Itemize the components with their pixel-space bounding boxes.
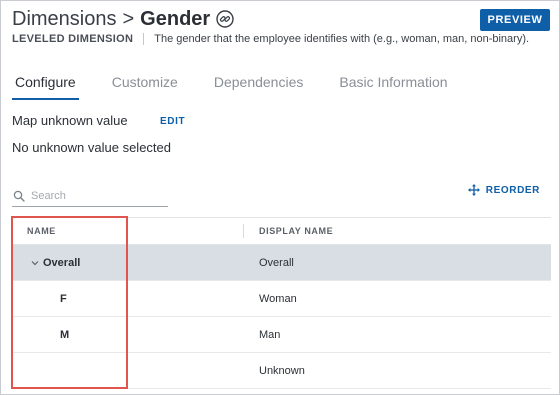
tab-basic-information[interactable]: Basic Information bbox=[336, 72, 450, 98]
move-icon bbox=[467, 184, 480, 196]
search-input[interactable] bbox=[31, 190, 161, 202]
search-icon bbox=[13, 190, 25, 202]
display-name-cell: Unknown bbox=[259, 364, 305, 377]
edit-button[interactable]: EDIT bbox=[160, 116, 185, 127]
preview-button[interactable]: PREVIEW bbox=[480, 9, 550, 31]
unknown-value-status: No unknown value selected bbox=[12, 140, 171, 155]
tab-configure[interactable]: Configure bbox=[12, 72, 79, 100]
display-name-cell: Man bbox=[259, 328, 281, 341]
tab-bar: Configure Customize Dependencies Basic I… bbox=[12, 72, 481, 100]
breadcrumb-parent-dimensions[interactable]: Dimensions bbox=[12, 8, 116, 31]
dimension-kind-label: LEVELED DIMENSION bbox=[12, 33, 134, 45]
map-unknown-label: Map unknown value bbox=[12, 113, 128, 128]
highlight-annotation-box bbox=[11, 216, 128, 389]
search-field bbox=[12, 186, 168, 207]
link-icon[interactable] bbox=[216, 10, 234, 28]
reorder-label: REORDER bbox=[485, 184, 540, 196]
display-name-cell: Overall bbox=[259, 256, 294, 269]
dimension-description: The gender that the employee identifies … bbox=[154, 33, 530, 45]
breadcrumb: Dimensions > Gender bbox=[12, 6, 234, 32]
tab-dependencies[interactable]: Dependencies bbox=[211, 72, 307, 98]
column-header-display-name[interactable]: DISPLAY NAME bbox=[244, 226, 333, 236]
subheader-divider bbox=[143, 33, 145, 45]
page-title: Gender bbox=[140, 7, 211, 30]
display-name-cell: Woman bbox=[259, 292, 297, 305]
reorder-button[interactable]: REORDER bbox=[467, 184, 540, 196]
breadcrumb-separator: > bbox=[122, 7, 135, 30]
subheader: LEVELED DIMENSION The gender that the em… bbox=[12, 33, 529, 45]
tab-customize[interactable]: Customize bbox=[109, 72, 181, 98]
